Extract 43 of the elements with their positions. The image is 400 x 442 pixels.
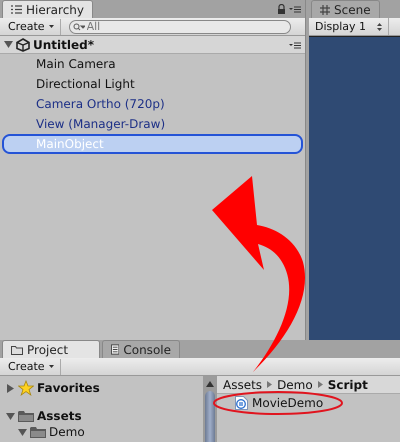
list-icon — [11, 5, 22, 14]
project-tab[interactable]: Project — [2, 340, 100, 358]
hierarchy-item[interactable]: View (Manager-Draw) — [2, 114, 303, 134]
search-icon — [72, 22, 85, 30]
tree-item[interactable]: Assets — [37, 409, 82, 423]
document-icon — [111, 344, 120, 355]
grid-icon — [320, 4, 330, 14]
stepper-arrows-icon — [377, 22, 382, 30]
hierarchy-item[interactable]: Main Camera — [2, 54, 303, 74]
scene-name[interactable]: Untitled* — [33, 38, 94, 52]
cube-logo-icon — [16, 38, 30, 52]
create-dropdown[interactable]: Create — [4, 18, 61, 34]
caret-icon — [48, 365, 54, 368]
breadcrumb-item[interactable]: Script — [328, 378, 368, 392]
scene-tab[interactable]: Scene — [311, 0, 380, 18]
breadcrumb-item[interactable]: Demo — [277, 378, 313, 392]
folder-icon — [30, 426, 46, 438]
menu-icon[interactable] — [289, 5, 301, 13]
folder-icon — [18, 410, 34, 422]
hierarchy-item[interactable]: Camera Ortho (720p) — [2, 94, 303, 114]
separator-arrow-icon — [267, 381, 272, 388]
expand-arrow-icon[interactable] — [6, 412, 15, 420]
file-name[interactable]: MovieDemo — [252, 396, 324, 410]
expand-arrow-icon[interactable] — [18, 428, 27, 436]
console-tab[interactable]: Console — [102, 340, 180, 358]
search-field[interactable]: All — [68, 20, 291, 34]
expand-arrow-icon[interactable] — [4, 40, 13, 49]
collapse-arrow-icon[interactable] — [6, 384, 15, 392]
folder-icon — [11, 344, 23, 354]
hierarchy-item[interactable]: Directional Light — [2, 74, 303, 94]
menu-icon[interactable] — [289, 40, 301, 48]
scroll-up-icon[interactable] — [206, 380, 214, 388]
scrollbar[interactable] — [203, 376, 217, 442]
lock-icon[interactable] — [277, 4, 286, 14]
separator-arrow-icon — [318, 381, 323, 388]
breadcrumb-item[interactable]: Assets — [223, 378, 262, 392]
create-dropdown[interactable]: Create — [4, 358, 61, 374]
tree-item[interactable]: Favorites — [37, 381, 100, 395]
tree-item[interactable]: Demo — [49, 425, 85, 439]
script-file-icon — [235, 396, 248, 410]
star-icon — [18, 380, 34, 396]
hierarchy-tab[interactable]: Hierarchy — [2, 0, 94, 18]
caret-icon — [48, 25, 54, 28]
